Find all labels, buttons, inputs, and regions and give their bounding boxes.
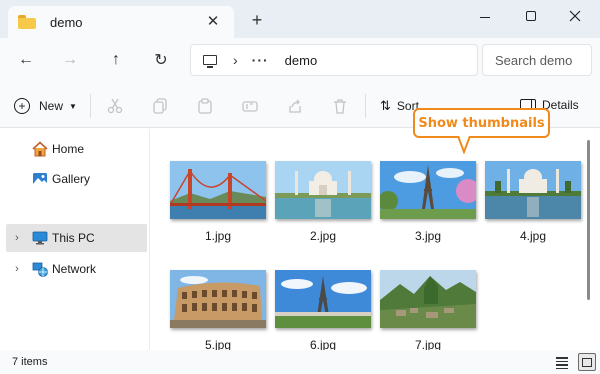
file-item[interactable]: 2.jpg <box>267 161 371 251</box>
new-tab-button[interactable]: + <box>248 10 266 31</box>
copy-icon[interactable] <box>151 97 169 115</box>
pc-icon <box>32 230 48 246</box>
navigation-pane: Home Gallery › This PC › Network <box>0 129 150 350</box>
minimize-icon <box>480 16 490 18</box>
up-button[interactable]: ↑ <box>106 50 126 70</box>
thumbnail-taj-mahal <box>275 161 371 219</box>
minimize-button[interactable] <box>462 4 508 28</box>
file-name: 3.jpg <box>414 229 442 243</box>
search-input[interactable]: Search demo <box>482 44 592 76</box>
sidebar-item-label: Gallery <box>52 172 91 186</box>
list-icon <box>556 357 568 359</box>
thumbnails-view-button[interactable] <box>578 353 596 371</box>
delete-icon[interactable] <box>331 97 349 115</box>
new-button-label: New <box>39 99 64 113</box>
vertical-scrollbar[interactable] <box>587 140 590 300</box>
file-item[interactable]: 7.jpg <box>372 270 476 360</box>
thumbnail-view-icon <box>582 357 592 367</box>
network-icon <box>32 261 48 277</box>
thumbnail-taj-mahal <box>485 161 581 219</box>
file-item[interactable]: 5.jpg <box>162 270 266 360</box>
callout-pointer <box>457 136 471 154</box>
details-view-button[interactable] <box>556 355 570 369</box>
back-button[interactable]: ← <box>16 50 36 70</box>
file-list: 1.jpg 2.jpg 3.jpg 4.jpg 5.jpg 6.jpg 7.jp… <box>150 129 600 352</box>
rename-icon[interactable] <box>241 97 259 115</box>
thumbnail-eiffel-tower <box>380 161 476 219</box>
status-bar: 7 items <box>0 350 600 374</box>
list-icon-line <box>556 360 568 362</box>
maximize-icon <box>526 11 536 21</box>
divider <box>90 94 91 118</box>
sidebar-item-home[interactable]: Home <box>6 135 147 163</box>
sidebar-item-gallery[interactable]: Gallery <box>6 165 147 193</box>
chevron-down-icon: ▼ <box>69 101 77 111</box>
forward-button[interactable]: → <box>60 50 80 70</box>
sidebar-item-label: This PC <box>52 231 95 245</box>
file-name: 4.jpg <box>519 229 547 243</box>
breadcrumb-chevron-icon[interactable]: › <box>233 52 238 68</box>
maximize-button[interactable] <box>508 4 554 28</box>
thumbnail-machu-picchu <box>380 270 476 328</box>
list-icon-line <box>556 364 568 366</box>
address-row: ← → ↑ ↻ › ··· demo Search demo <box>0 38 600 84</box>
thumbnail-golden-gate <box>170 161 266 219</box>
sidebar-item-label: Network <box>52 262 97 276</box>
file-name: 2.jpg <box>309 229 337 243</box>
sort-icon: ⇅ <box>380 98 391 113</box>
plus-icon: + <box>14 98 30 114</box>
sidebar-item-network[interactable]: › Network <box>6 255 147 283</box>
breadcrumb-overflow[interactable]: ··· <box>252 52 269 68</box>
close-icon <box>569 10 581 22</box>
list-icon-line <box>556 367 568 369</box>
chevron-right-icon[interactable]: › <box>10 263 24 275</box>
item-count: 7 items <box>12 356 48 368</box>
tab-demo[interactable]: demo ✕ <box>8 6 234 38</box>
address-bar[interactable]: › ··· demo <box>190 44 478 76</box>
sidebar-item-this-pc[interactable]: › This PC <box>6 224 147 252</box>
title-bar: demo ✕ + <box>0 0 600 38</box>
this-pc-icon <box>203 55 217 68</box>
breadcrumb-demo[interactable]: demo <box>285 53 318 68</box>
file-item[interactable]: 1.jpg <box>162 161 266 251</box>
file-item[interactable]: 6.jpg <box>267 270 371 360</box>
chevron-right-icon[interactable]: › <box>10 232 24 244</box>
share-icon[interactable] <box>286 97 304 115</box>
sidebar-item-label: Home <box>52 142 85 156</box>
cut-icon[interactable] <box>106 97 124 115</box>
show-thumbnails-callout: Show thumbnails <box>413 108 550 138</box>
tab-close-button[interactable]: ✕ <box>204 12 222 30</box>
close-window-button[interactable] <box>552 4 598 28</box>
thumbnail-eiffel-tower <box>275 270 371 328</box>
file-name: 1.jpg <box>204 229 232 243</box>
file-item[interactable]: 3.jpg <box>372 161 476 251</box>
folder-icon <box>18 15 36 29</box>
gallery-icon <box>32 171 48 187</box>
new-button[interactable]: + New ▼ <box>14 96 77 116</box>
home-icon <box>32 141 48 157</box>
paste-icon[interactable] <box>196 97 214 115</box>
refresh-button[interactable]: ↻ <box>151 50 171 70</box>
thumbnail-colosseum <box>170 270 266 328</box>
file-item[interactable]: 4.jpg <box>477 161 581 251</box>
divider <box>365 94 366 118</box>
tab-title: demo <box>50 14 83 30</box>
